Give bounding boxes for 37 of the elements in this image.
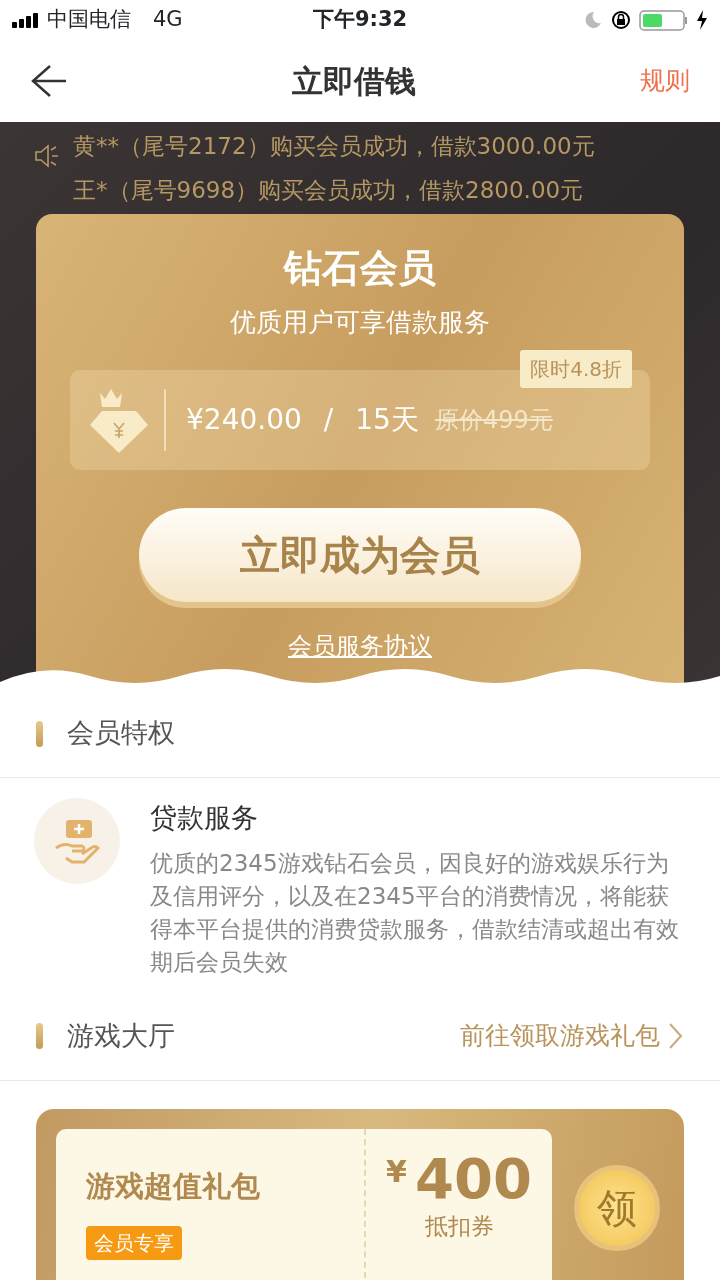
rules-link[interactable]: 规则 — [640, 62, 690, 100]
section-title: 会员特权 — [67, 716, 175, 751]
speaker-icon — [34, 144, 59, 168]
page-title: 立即借钱 — [292, 61, 416, 101]
original-price: 原价499元 — [434, 405, 553, 436]
price: ¥240.00 — [186, 402, 302, 438]
signal-icon — [12, 11, 39, 29]
network-type: 4G — [153, 6, 183, 34]
card-title: 钻石会员 — [282, 245, 437, 292]
ticker-message: 王*（尾号9698）购买会员成功，借款2800.00元 — [73, 176, 585, 205]
member-badge: 会员专享 — [86, 1226, 182, 1260]
privilege-title: 贷款服务 — [150, 801, 259, 835]
ticker-message: 黄**（尾号2172）购买会员成功，借款3000.00元 — [73, 132, 596, 161]
section-title: 游戏大厅 — [67, 1018, 176, 1053]
carrier-name: 中国电信 — [47, 6, 131, 34]
currency-symbol: ¥ — [386, 1153, 407, 1189]
back-arrow-icon — [30, 63, 68, 99]
section-marker — [36, 720, 43, 747]
back-button[interactable] — [30, 63, 68, 99]
card-subtitle: 优质用户可享借款服务 — [229, 306, 491, 339]
claim-button[interactable]: 领 — [574, 1164, 660, 1251]
privilege-description: 优质的2345游戏钻石会员，因良好的游戏娱乐行为及信用评分，以及在2345平台的消费情况，将能获得本平台提供的消费贷款服务，借款结清或超出有效期后会员失效 — [150, 848, 680, 977]
gift-pack-link[interactable]: 前往领取游戏礼包 — [460, 1017, 684, 1055]
section-marker — [36, 1023, 43, 1049]
charging-icon — [696, 10, 708, 30]
chevron-right-icon — [666, 1022, 684, 1050]
status-time: 下午9:32 — [311, 6, 409, 34]
discount-tag: 限时4.8折 — [520, 350, 632, 388]
gift-title: 游戏超值礼包 — [86, 1167, 261, 1205]
moon-icon — [583, 10, 603, 30]
coupon-amount: 400 — [415, 1145, 532, 1211]
agreement-link[interactable]: 会员服务协议 — [288, 628, 432, 664]
price-separator: / — [323, 402, 334, 438]
duration: 15天 — [355, 402, 419, 438]
rotation-lock-icon — [611, 10, 631, 30]
battery-icon — [639, 9, 688, 31]
coupon-label: 抵扣券 — [423, 1211, 495, 1241]
